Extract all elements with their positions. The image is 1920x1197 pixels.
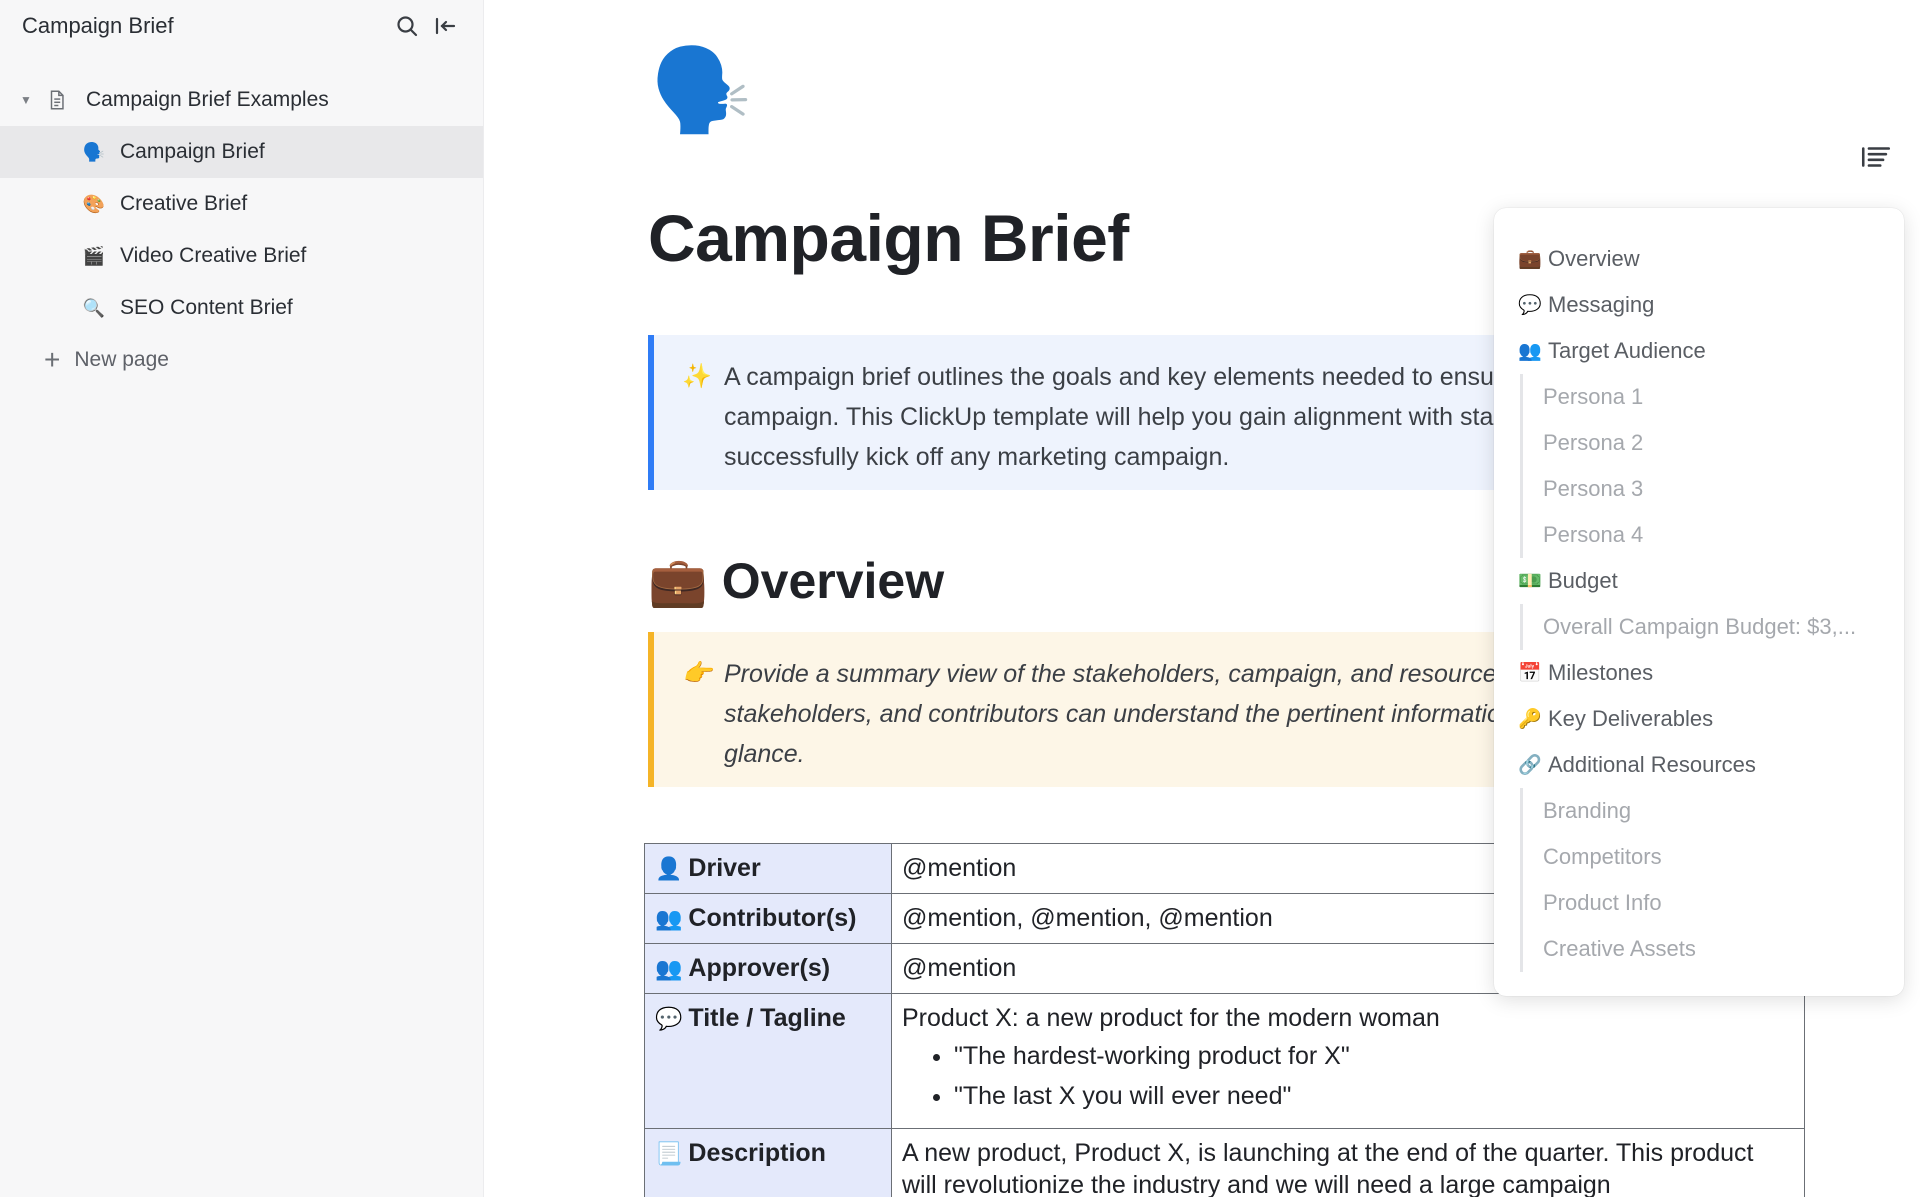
new-page-button[interactable]: + New page xyxy=(0,334,483,386)
toc-label: Target Audience xyxy=(1548,338,1706,363)
sidebar-item-video-creative-brief[interactable]: 🎬 Video Creative Brief xyxy=(0,230,483,282)
table-key: Approver(s) xyxy=(688,954,831,982)
speaking-head-icon: 🗣️ xyxy=(82,141,106,162)
sidebar-item-label: SEO Content Brief xyxy=(120,296,293,319)
calendar-icon: 📅 xyxy=(1518,663,1542,684)
table-value-cell[interactable]: A new product, Product X, is launching a… xyxy=(891,1128,1805,1197)
toc-label: Key Deliverables xyxy=(1548,706,1714,731)
toc-item-persona-2[interactable]: Persona 2 xyxy=(1520,420,1904,466)
palette-icon: 🎨 xyxy=(82,193,106,214)
toc-label: Budget xyxy=(1548,568,1618,593)
speech-bubble-icon: 💬 xyxy=(655,1006,683,1031)
toc-label: Overall Campaign Budget: $3,... xyxy=(1543,614,1857,639)
briefcase-icon: 💼 xyxy=(1518,249,1542,270)
sparkles-icon: ✨ xyxy=(682,363,712,390)
toc-item-overview[interactable]: 💼 Overview xyxy=(1494,236,1904,282)
toc-label: Additional Resources xyxy=(1548,752,1756,777)
sidebar: Campaign Brief ▼ Campaign Brief Examples… xyxy=(0,0,484,1197)
sidebar-item-creative-brief[interactable]: 🎨 Creative Brief xyxy=(0,178,483,230)
speech-bubble-icon: 💬 xyxy=(1518,295,1542,316)
toc-item-creative-assets[interactable]: Creative Assets xyxy=(1520,926,1904,972)
table-value-cell[interactable]: Product X: a new product for the modern … xyxy=(891,993,1805,1129)
toc-item-product-info[interactable]: Product Info xyxy=(1520,880,1904,926)
sidebar-header: Campaign Brief xyxy=(0,0,483,52)
toc-item-competitors[interactable]: Competitors xyxy=(1520,834,1904,880)
page-icon: 📃 xyxy=(655,1141,683,1166)
list-item: "The hardest-working product for X" xyxy=(954,1040,1794,1072)
toc-item-persona-3[interactable]: Persona 3 xyxy=(1520,466,1904,512)
people-icon: 👥 xyxy=(655,906,683,931)
toc-item-branding[interactable]: Branding xyxy=(1520,788,1904,834)
table-of-contents-icon[interactable] xyxy=(1859,140,1893,174)
toc-label: Persona 1 xyxy=(1543,384,1644,409)
toc-item-persona-1[interactable]: Persona 1 xyxy=(1520,374,1904,420)
table-row: 📃 Description A new product, Product X, i… xyxy=(644,1128,1805,1197)
sidebar-item-label: Creative Brief xyxy=(120,192,248,215)
key-icon: 🔑 xyxy=(1518,709,1542,730)
sidebar-item-label: Campaign Brief xyxy=(120,140,265,163)
tree-parent-campaign-brief-examples[interactable]: ▼ Campaign Brief Examples xyxy=(0,74,483,126)
toc-label: Milestones xyxy=(1548,660,1654,685)
toc-label: Product Info xyxy=(1543,890,1662,915)
table-key: Description xyxy=(688,1139,826,1167)
table-key-cell[interactable]: 👥 Approver(s) xyxy=(644,943,892,994)
tagline-text: Product X: a new product for the modern … xyxy=(902,1004,1440,1032)
collapse-sidebar-icon[interactable] xyxy=(429,10,461,42)
plus-icon: + xyxy=(44,344,61,375)
toc-item-budget[interactable]: 💵 Budget xyxy=(1494,558,1904,604)
toc-label: Overview xyxy=(1548,246,1640,271)
people-icon: 👥 xyxy=(1518,341,1542,362)
new-page-label: New page xyxy=(74,348,169,371)
toc-item-additional-resources[interactable]: 🔗 Additional Resources xyxy=(1494,742,1904,788)
toc-item-milestones[interactable]: 📅 Milestones xyxy=(1494,650,1904,696)
table-key-cell[interactable]: 👤 Driver xyxy=(644,843,892,894)
table-key-cell[interactable]: 💬 Title / Tagline xyxy=(644,993,892,1129)
toc-label: Persona 2 xyxy=(1543,430,1644,455)
people-icon: 👥 xyxy=(655,956,683,981)
tree-parent-label: Campaign Brief Examples xyxy=(86,88,329,111)
table-key: Driver xyxy=(688,854,761,882)
tagline-list: "The hardest-working product for X" "The… xyxy=(902,1040,1794,1112)
briefcase-icon: 💼 xyxy=(648,555,708,609)
table-key: Title / Tagline xyxy=(688,1004,846,1032)
toc-item-key-deliverables[interactable]: 🔑 Key Deliverables xyxy=(1494,696,1904,742)
caret-down-icon[interactable]: ▼ xyxy=(20,93,36,107)
page-tree: ▼ Campaign Brief Examples 🗣️ Campaign Br… xyxy=(0,74,483,386)
toc-label: Persona 4 xyxy=(1543,522,1644,547)
magnifier-icon: 🔍 xyxy=(82,297,106,318)
sidebar-item-seo-content-brief[interactable]: 🔍 SEO Content Brief xyxy=(0,282,483,334)
table-key: Contributor(s) xyxy=(688,904,857,932)
toc-label: Messaging xyxy=(1548,292,1655,317)
toc-label: Persona 3 xyxy=(1543,476,1644,501)
person-icon: 👤 xyxy=(655,856,683,881)
toc-label: Branding xyxy=(1543,798,1632,823)
pointing-hand-icon: 👉 xyxy=(682,660,712,687)
toc-item-persona-4[interactable]: Persona 4 xyxy=(1520,512,1904,558)
clapper-board-icon: 🎬 xyxy=(82,245,106,266)
money-icon: 💵 xyxy=(1518,571,1542,592)
table-key-cell[interactable]: 👥 Contributor(s) xyxy=(644,893,892,944)
overview-heading-text: Overview xyxy=(721,553,945,609)
table-key-cell[interactable]: 📃 Description xyxy=(644,1128,892,1197)
sidebar-item-campaign-brief[interactable]: 🗣️ Campaign Brief xyxy=(0,126,483,178)
document-icon xyxy=(50,90,64,110)
page-title[interactable]: Campaign Brief xyxy=(648,200,1129,276)
link-icon: 🔗 xyxy=(1518,755,1542,776)
toc-item-overall-budget[interactable]: Overall Campaign Budget: $3,... xyxy=(1520,604,1904,650)
sidebar-title: Campaign Brief xyxy=(22,13,174,38)
toc-item-target-audience[interactable]: 👥 Target Audience xyxy=(1494,328,1904,374)
toc-label: Competitors xyxy=(1543,844,1662,869)
search-icon[interactable] xyxy=(391,10,423,42)
sidebar-item-label: Video Creative Brief xyxy=(120,244,307,267)
table-of-contents-panel: 💼 Overview 💬 Messaging 👥 Target Audience Pe… xyxy=(1494,208,1904,996)
overview-heading[interactable]: 💼 Overview xyxy=(648,552,944,610)
page-emoji-icon[interactable]: 🗣️ xyxy=(650,50,752,132)
toc-item-messaging[interactable]: 💬 Messaging xyxy=(1494,282,1904,328)
toc-label: Creative Assets xyxy=(1543,936,1696,961)
table-row: 💬 Title / Tagline Product X: a new produc… xyxy=(644,993,1805,1129)
list-item: "The last X you will ever need" xyxy=(954,1080,1794,1112)
